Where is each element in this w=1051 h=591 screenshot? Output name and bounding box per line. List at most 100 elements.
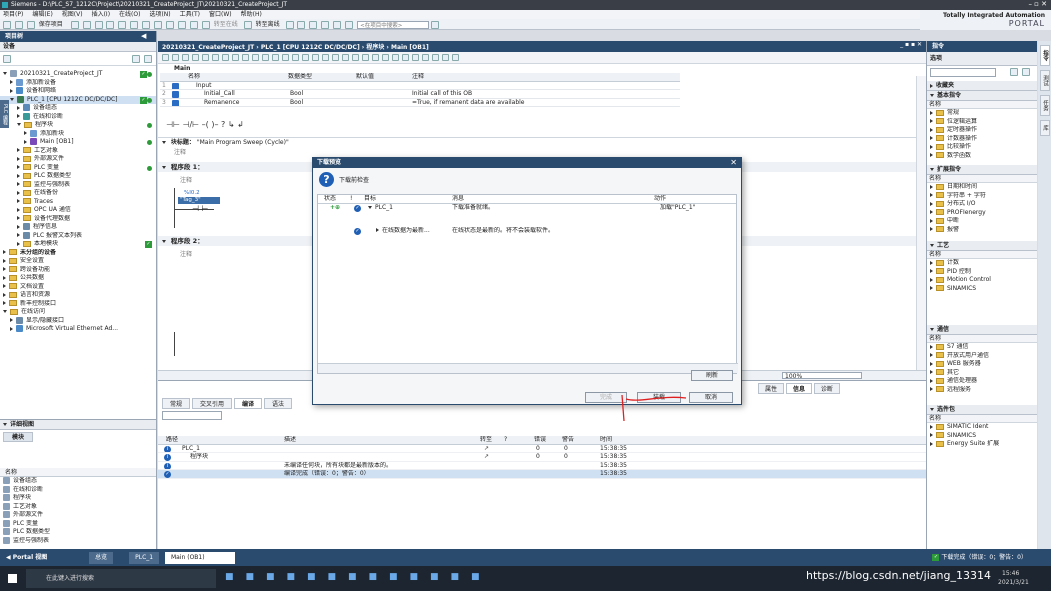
- task-card-tab[interactable]: 测试: [1040, 70, 1050, 91]
- editor-tool-icon[interactable]: [182, 54, 189, 61]
- instr-view-icon[interactable]: [1022, 68, 1030, 76]
- expand-icon[interactable]: [930, 433, 933, 437]
- expand-icon[interactable]: [930, 218, 933, 223]
- expand-icon[interactable]: [17, 105, 20, 110]
- expand-icon[interactable]: [17, 156, 20, 161]
- dialog-target[interactable]: PLC_1: [368, 204, 393, 213]
- tree-new-icon[interactable]: [144, 55, 152, 63]
- instruction-folder[interactable]: 字符串 + 字符: [927, 192, 1037, 201]
- editor-tool-icon[interactable]: [352, 54, 359, 61]
- instruction-folder[interactable]: SINAMICS: [927, 285, 1037, 294]
- expand-icon[interactable]: [10, 97, 14, 101]
- instruction-folder[interactable]: 位逻辑运算: [927, 118, 1037, 127]
- iface-row[interactable]: 1 Input: [160, 82, 680, 90]
- editor-window-controls[interactable]: _ ▪ ▪ ✕: [900, 41, 922, 48]
- copy-icon[interactable]: [94, 20, 103, 29]
- expand-icon[interactable]: [3, 250, 6, 254]
- editor-tool-icon[interactable]: [252, 54, 259, 61]
- save-project-button[interactable]: 保存项目: [39, 21, 63, 28]
- tree-item[interactable]: 文档设置: [0, 283, 156, 292]
- expand-icon[interactable]: [17, 148, 20, 152]
- stop-cpu-icon[interactable]: [309, 20, 318, 29]
- instruction-folder[interactable]: 开放式用户通信: [927, 352, 1037, 361]
- editor-tool-icon[interactable]: [282, 54, 289, 61]
- editor-tool-icon[interactable]: [322, 54, 329, 61]
- instruction-search[interactable]: [930, 68, 1034, 77]
- expand-icon[interactable]: [24, 131, 27, 135]
- instruction-folder[interactable]: 数学函数: [927, 152, 1037, 161]
- details-item[interactable]: PLC 数据类型: [0, 528, 156, 537]
- expand-icon[interactable]: [17, 207, 20, 212]
- expand-icon[interactable]: [10, 80, 13, 84]
- accessible-devices-icon[interactable]: [285, 20, 294, 29]
- collapse-tree-icon[interactable]: ◀: [141, 32, 155, 41]
- tree-item[interactable]: Microsoft Virtual Ethernet Ad...: [0, 325, 156, 334]
- editor-tool-icon[interactable]: [452, 54, 459, 61]
- menu-item[interactable]: 选项(N): [149, 11, 170, 18]
- expand-icon[interactable]: [376, 228, 379, 232]
- menu-item[interactable]: 窗口(W): [209, 11, 232, 18]
- tree-item[interactable]: 在线访问: [0, 308, 156, 317]
- expand-icon[interactable]: [3, 310, 7, 313]
- no-contact-icon[interactable]: ⊣⊢: [166, 120, 180, 129]
- editor-vscroll[interactable]: [916, 76, 926, 370]
- details-item[interactable]: 设备组态: [0, 477, 156, 486]
- tree-item[interactable]: 显示/隐藏接口: [0, 316, 156, 326]
- tree-item[interactable]: 设备组态: [0, 104, 156, 113]
- details-tab-modules[interactable]: 模块: [3, 432, 34, 442]
- go-online-button[interactable]: 转至在线: [214, 21, 238, 28]
- editor-tool-icon[interactable]: [292, 54, 299, 61]
- menu-item[interactable]: 项目(P): [3, 11, 23, 18]
- menu-item[interactable]: 工具(T): [180, 11, 200, 18]
- network2-expand-icon[interactable]: [162, 240, 166, 243]
- editor-tool-icon[interactable]: [432, 54, 439, 61]
- expand-icon[interactable]: [3, 258, 6, 263]
- instruction-folder[interactable]: 远程服务: [927, 386, 1037, 395]
- instruction-folder[interactable]: PROFIenergy: [927, 209, 1037, 218]
- expand-icon[interactable]: [17, 224, 20, 229]
- download-icon[interactable]: [166, 20, 175, 29]
- inspector-filter[interactable]: [162, 411, 222, 420]
- inspector-tab[interactable]: 语法: [264, 398, 293, 409]
- editor-tool-icon[interactable]: [222, 54, 229, 61]
- tree-item[interactable]: 20210321_CreateProject_JT ✓: [0, 70, 156, 79]
- communication-section[interactable]: 通信: [937, 326, 949, 333]
- details-item[interactable]: 工艺对象: [0, 502, 156, 512]
- expand-icon[interactable]: [930, 361, 933, 366]
- undo-icon[interactable]: [130, 20, 139, 29]
- tree-item[interactable]: 安全设置: [0, 257, 156, 266]
- expand-icon[interactable]: [930, 424, 933, 429]
- expand-icon[interactable]: [3, 267, 6, 271]
- dialog-hscroll[interactable]: [318, 363, 738, 373]
- expand-icon[interactable]: [930, 277, 933, 282]
- instruction-folder[interactable]: Energy Suite 扩展: [927, 440, 1037, 449]
- editor-tool-icon[interactable]: [342, 54, 349, 61]
- info-row[interactable]: i 程序块 ↗ 0 0 15:38:35: [158, 453, 926, 462]
- editor-tool-icon[interactable]: [402, 54, 409, 61]
- tree-item[interactable]: 设备和网络: [0, 87, 156, 96]
- details-item[interactable]: 监控与强制表: [0, 536, 156, 546]
- task-card-tab[interactable]: 任务: [1040, 95, 1050, 116]
- plc1-tab[interactable]: PLC_1: [129, 551, 160, 564]
- expand-icon[interactable]: [930, 227, 933, 231]
- editor-tool-icon[interactable]: [192, 54, 199, 61]
- paste-icon[interactable]: [106, 20, 115, 29]
- goto-icon[interactable]: ↗: [484, 453, 489, 461]
- iface-row[interactable]: 2 Initial_Call Bool Initial call of this OB: [160, 90, 680, 99]
- expand-icon[interactable]: [930, 153, 933, 157]
- editor-tool-icon[interactable]: [422, 54, 429, 61]
- main-ob1-tab[interactable]: Main (OB1): [165, 551, 235, 564]
- tree-item[interactable]: 外部源文件: [0, 155, 156, 164]
- editor-tool-icon[interactable]: [372, 54, 379, 61]
- task-card-tab[interactable]: 指令: [1040, 45, 1050, 66]
- expand-icon[interactable]: [24, 139, 27, 144]
- expand-icon[interactable]: [930, 370, 933, 374]
- empty-box-icon[interactable]: ?: [221, 120, 225, 129]
- zoom-level[interactable]: 100%: [782, 372, 862, 380]
- split-h-icon[interactable]: [333, 20, 342, 29]
- menu-item[interactable]: 帮助(H): [241, 11, 262, 18]
- instr-search-icon[interactable]: [1010, 68, 1018, 76]
- tree-item[interactable]: 语言和资源: [0, 291, 156, 300]
- nc-contact-icon[interactable]: ⊣/⊢: [182, 120, 199, 129]
- expand-icon[interactable]: [3, 72, 7, 75]
